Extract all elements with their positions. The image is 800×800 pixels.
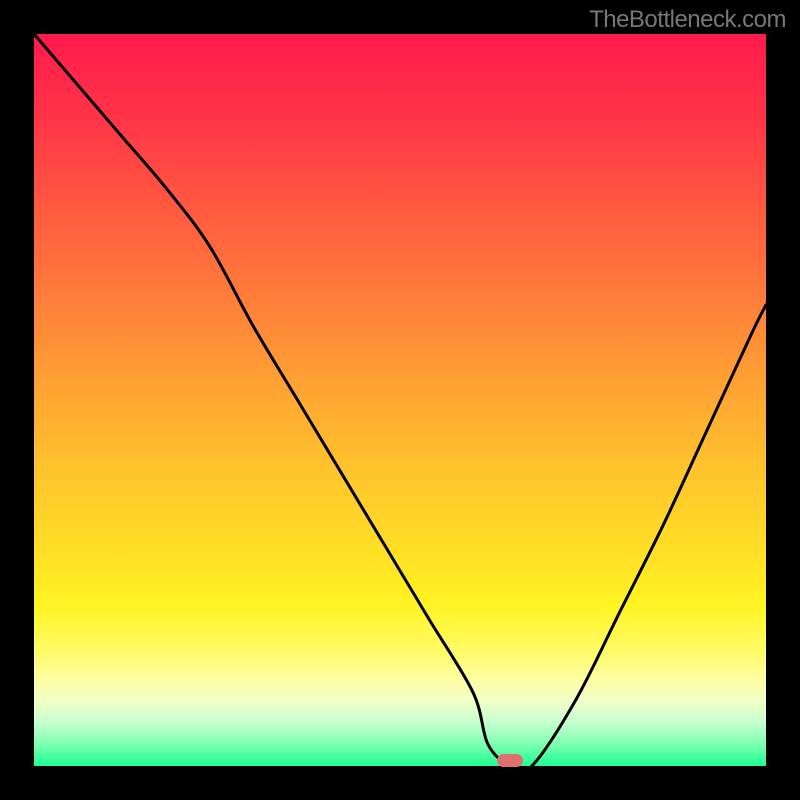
bottleneck-curve: [34, 34, 766, 766]
chart-plot-area: [34, 34, 766, 766]
optimal-marker: [497, 754, 523, 767]
watermark-text: TheBottleneck.com: [589, 6, 786, 34]
curve-line: [34, 34, 766, 766]
